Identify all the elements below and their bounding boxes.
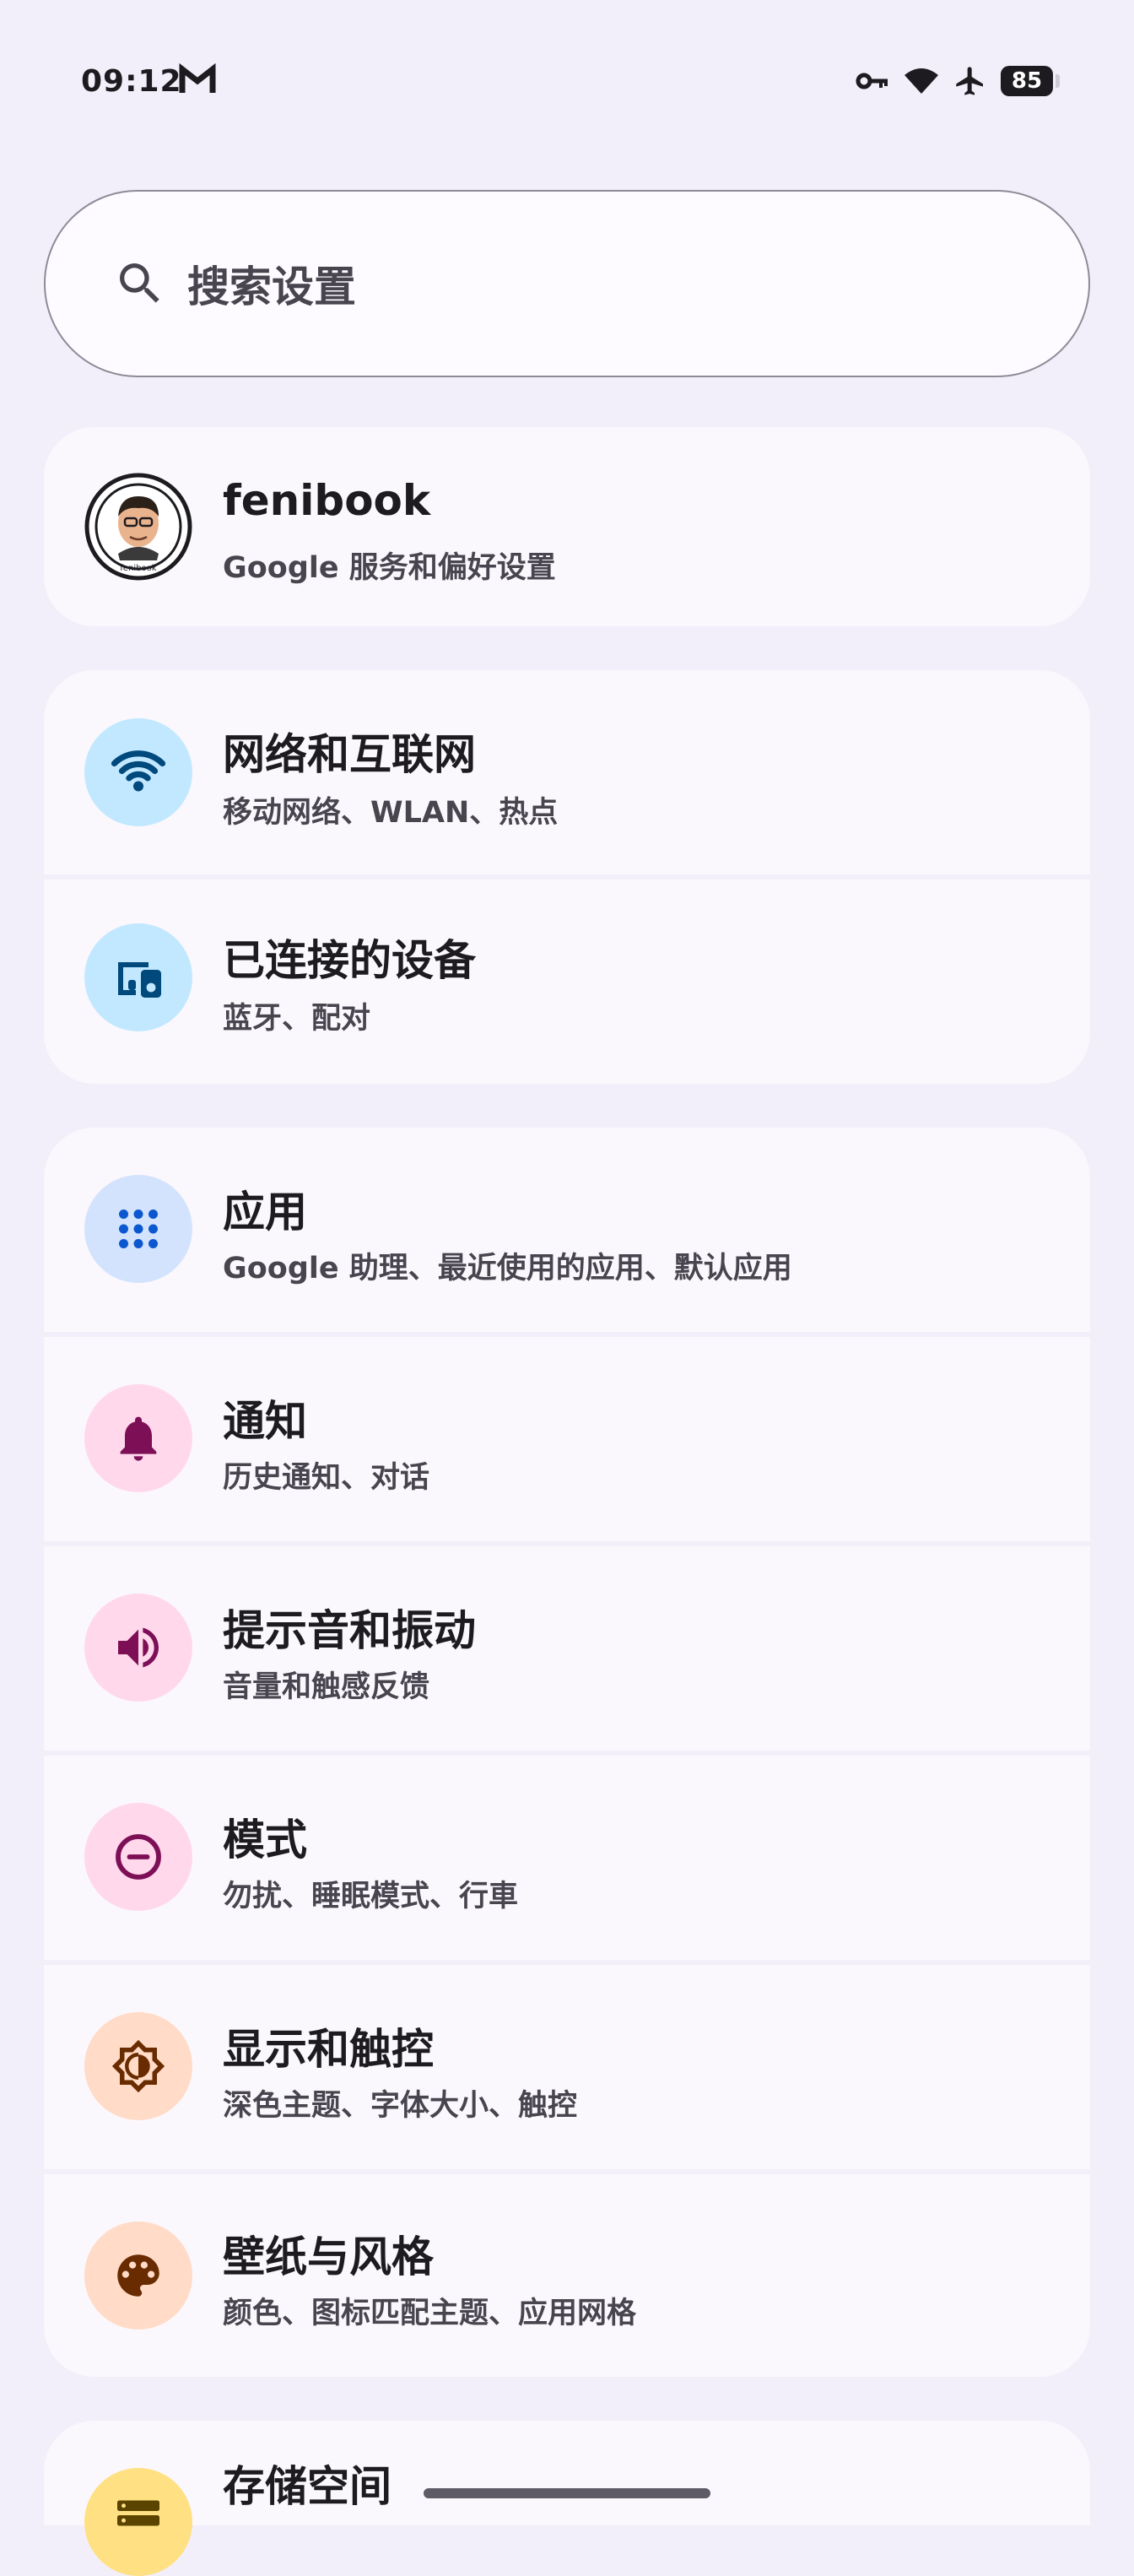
home-indicator[interactable] <box>424 2488 710 2498</box>
settings-item-subtitle: 颜色、图标匹配主题、应用网格 <box>223 2297 637 2330</box>
wifi-icon <box>903 62 940 100</box>
settings-item-title: 网络和互联网 <box>223 730 476 779</box>
settings-item-wallpaper[interactable]: 壁纸与风格 颜色、图标匹配主题、应用网格 <box>44 2174 1090 2377</box>
account-subtitle: Google 服务和偏好设置 <box>223 551 556 585</box>
settings-item-sound[interactable]: 提示音和振动 音量和触感反馈 <box>44 1546 1090 1751</box>
settings-item-title: 模式 <box>223 1816 307 1864</box>
settings-item-title: 提示音和振动 <box>223 1606 476 1655</box>
storage-icon-bg <box>84 2468 192 2576</box>
connectivity-card: 网络和互联网 移动网络、WLAN、热点 已连接的设备 蓝牙、配对 <box>44 670 1090 1084</box>
settings-item-notifications[interactable]: 通知 历史通知、对话 <box>44 1337 1090 1541</box>
palette-icon <box>117 2254 159 2297</box>
settings-item-subtitle: 音量和触感反馈 <box>223 1670 430 1704</box>
key-icon <box>854 62 891 100</box>
account-card[interactable]: fenibook fenibook Google 服务和偏好设置 <box>44 427 1090 626</box>
settings-item-subtitle: 移动网络、WLAN、热点 <box>223 796 559 830</box>
notifications-icon-bg <box>84 1384 192 1492</box>
display-icon-bg <box>84 2012 192 2120</box>
search-placeholder: 搜索设置 <box>187 262 356 311</box>
search-icon <box>120 263 159 303</box>
network-icon-bg <box>84 718 192 826</box>
settings-item-title: 已连接的设备 <box>223 936 476 985</box>
settings-item-storage[interactable]: 存储空间 <box>44 2421 1090 2576</box>
apps-card: 应用 Google 助理、最近使用的应用、默认应用 通知 历史通知、对话 提示音… <box>44 1128 1090 2377</box>
storage-icon <box>117 2500 159 2526</box>
volume-icon <box>118 1627 159 1668</box>
apps-icon <box>119 1210 158 1248</box>
settings-item-subtitle: 勿扰、睡眠模式、行車 <box>223 1880 519 1913</box>
account-name: fenibook <box>223 476 431 525</box>
settings-item-modes[interactable]: 模式 勿扰、睡眠模式、行車 <box>44 1756 1090 1960</box>
settings-item-title: 应用 <box>223 1188 307 1237</box>
sound-icon-bg <box>84 1594 192 1702</box>
settings-item-title: 存储空间 <box>223 2462 392 2511</box>
status-time: 09:12 <box>81 64 182 99</box>
settings-item-devices[interactable]: 已连接的设备 蓝牙、配对 <box>44 879 1090 1084</box>
apps-icon-bg <box>84 1175 192 1283</box>
settings-item-subtitle: Google 助理、最近使用的应用、默认应用 <box>223 1252 792 1285</box>
settings-item-apps[interactable]: 应用 Google 助理、最近使用的应用、默认应用 <box>44 1128 1090 1332</box>
avatar-caption: fenibook <box>120 564 156 573</box>
devices-icon <box>118 962 161 998</box>
modes-icon-bg <box>84 1803 192 1911</box>
settings-item-title: 壁纸与风格 <box>223 2232 434 2281</box>
wifi-icon <box>111 750 166 792</box>
devices-icon-bg <box>84 923 192 1031</box>
settings-item-title: 通知 <box>223 1397 307 1446</box>
settings-item-title: 显示和触控 <box>223 2025 434 2074</box>
settings-item-display[interactable]: 显示和触控 深色主题、字体大小、触控 <box>44 1965 1090 2169</box>
brightness-icon <box>111 2039 165 2093</box>
search-bar[interactable]: 搜索设置 <box>44 190 1090 377</box>
settings-item-network[interactable]: 网络和互联网 移动网络、WLAN、热点 <box>44 670 1090 874</box>
settings-item-subtitle: 历史通知、对话 <box>223 1461 430 1495</box>
wallpaper-icon-bg <box>84 2222 192 2330</box>
avatar: fenibook <box>84 473 192 581</box>
settings-item-subtitle: 深色主题、字体大小、触控 <box>223 2089 578 2123</box>
status-icons: 85 <box>854 62 1060 100</box>
dnd-icon <box>116 1834 161 1880</box>
settings-item-subtitle: 蓝牙、配对 <box>223 1002 371 1036</box>
battery-icon: 85 <box>1001 66 1060 96</box>
airplane-icon <box>952 62 989 100</box>
gmail-icon <box>179 62 216 98</box>
battery-level: 85 <box>1011 68 1043 94</box>
storage-card: 存储空间 <box>44 2421 1090 2576</box>
status-bar: 09:12 85 <box>0 0 1134 169</box>
bell-icon <box>120 1416 157 1461</box>
